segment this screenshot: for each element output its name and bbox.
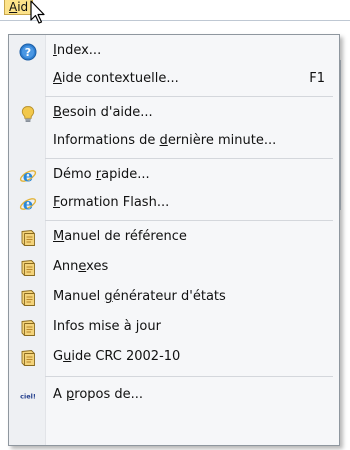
menu-aide-title[interactable]: Aid	[4, 0, 34, 15]
internet-explorer-icon: e	[19, 167, 37, 185]
shortcut-f1: F1	[309, 71, 325, 86]
menu-separator	[45, 220, 333, 221]
menu-item-label: Démo rapide...	[53, 167, 150, 182]
menu-title-rest: id	[17, 0, 29, 14]
menu-item-manuel-reference[interactable]: Manuel de référence	[9, 223, 339, 251]
menu-item-label: Informations de dernière minute...	[53, 133, 277, 148]
manual-icon	[21, 350, 35, 366]
manual-icon	[21, 230, 35, 246]
menu-item-label: Aide contextuelle...	[53, 71, 179, 86]
menu-separator	[45, 376, 333, 377]
menu-item-label: Infos mise à jour	[53, 319, 161, 334]
menubar	[0, 0, 350, 11]
manual-icon	[21, 290, 35, 306]
menu-item-index[interactable]: ? Index...	[9, 37, 339, 65]
svg-text:e: e	[23, 167, 33, 185]
menu-separator	[45, 96, 333, 97]
menu-item-infos-mise-a-jour[interactable]: Infos mise à jour	[9, 313, 339, 341]
menu-item-aide-contextuelle[interactable]: Aide contextuelle... F1	[9, 65, 339, 93]
background-window-edge	[340, 60, 341, 210]
svg-text:?: ?	[25, 46, 31, 59]
svg-text:e: e	[23, 195, 33, 213]
aide-dropdown-menu: ? Index... Aide contextuelle... F1 Besoi…	[8, 34, 340, 446]
menu-item-guide-crc[interactable]: Guide CRC 2002-10	[9, 343, 339, 371]
mouse-cursor-icon	[30, 0, 45, 24]
menu-item-label: Manuel générateur d'états	[53, 289, 226, 304]
menu-item-besoin-aide[interactable]: Besoin d'aide...	[9, 99, 339, 127]
menu-item-label: Formation Flash...	[53, 195, 170, 210]
manual-icon	[21, 320, 35, 336]
menu-separator	[45, 158, 333, 159]
menu-item-informations-derniere-minute[interactable]: Informations de dernière minute...	[9, 127, 339, 155]
menu-item-formation-flash[interactable]: e Formation Flash...	[9, 189, 339, 217]
menu-item-label: Index...	[53, 43, 102, 58]
menu-item-label: Annexes	[53, 259, 109, 274]
menu-item-annexes[interactable]: Annexes	[9, 253, 339, 281]
menu-item-label: Besoin d'aide...	[53, 105, 153, 120]
menu-item-demo-rapide[interactable]: e Démo rapide...	[9, 161, 339, 189]
ciel-logo-icon: ciel!	[20, 393, 36, 401]
menu-item-a-propos[interactable]: ciel! A propos de...	[9, 381, 339, 409]
background-divider	[0, 20, 350, 21]
menu-item-manuel-generateur-etats[interactable]: Manuel générateur d'états	[9, 283, 339, 311]
help-circle-icon: ?	[19, 43, 37, 61]
menu-item-label: Guide CRC 2002-10	[53, 349, 181, 364]
manual-icon	[21, 260, 35, 276]
menu-title-accelerator: A	[9, 0, 18, 14]
menu-item-label: A propos de...	[53, 387, 144, 402]
svg-text:ciel!: ciel!	[20, 393, 36, 401]
lightbulb-icon	[21, 106, 35, 122]
menu-item-label: Manuel de référence	[53, 229, 187, 244]
internet-explorer-icon: e	[19, 195, 37, 213]
